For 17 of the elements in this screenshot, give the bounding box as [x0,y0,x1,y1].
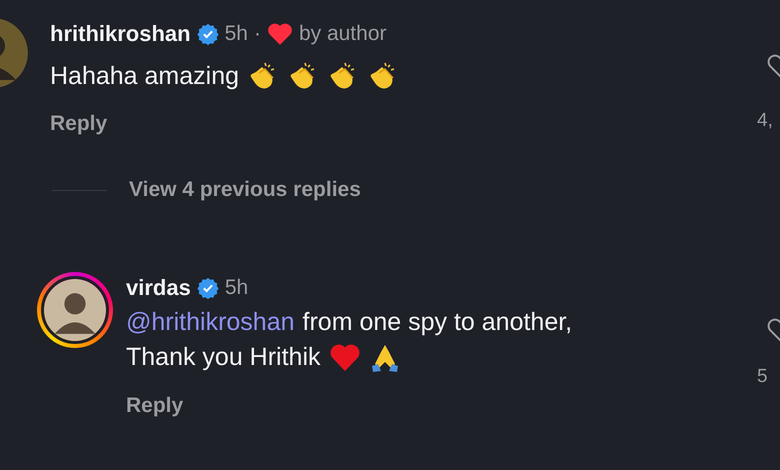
avatar [41,276,109,344]
comment-text: from one spy to another, [302,308,572,337]
by-author-label: by author [298,22,386,46]
timestamp: 5h [224,22,248,46]
like-count: 5 [757,366,768,388]
comment-text: Hahaha amazing [50,62,240,90]
comment-text: Thank you Hrithik [126,343,321,372]
reply-button[interactable]: Reply [50,110,108,138]
mention-link[interactable]: @hrithikroshan [126,308,295,337]
username[interactable]: virdas [126,275,191,301]
like-count: 4, [757,110,773,132]
username[interactable]: hrithikroshan [50,21,191,47]
view-replies-link[interactable]: View 4 previous replies [129,178,361,202]
reply-button[interactable]: Reply [126,392,184,420]
timestamp: 5h [224,276,248,300]
heart-icon [328,342,361,374]
separator-dot: · [254,22,261,46]
